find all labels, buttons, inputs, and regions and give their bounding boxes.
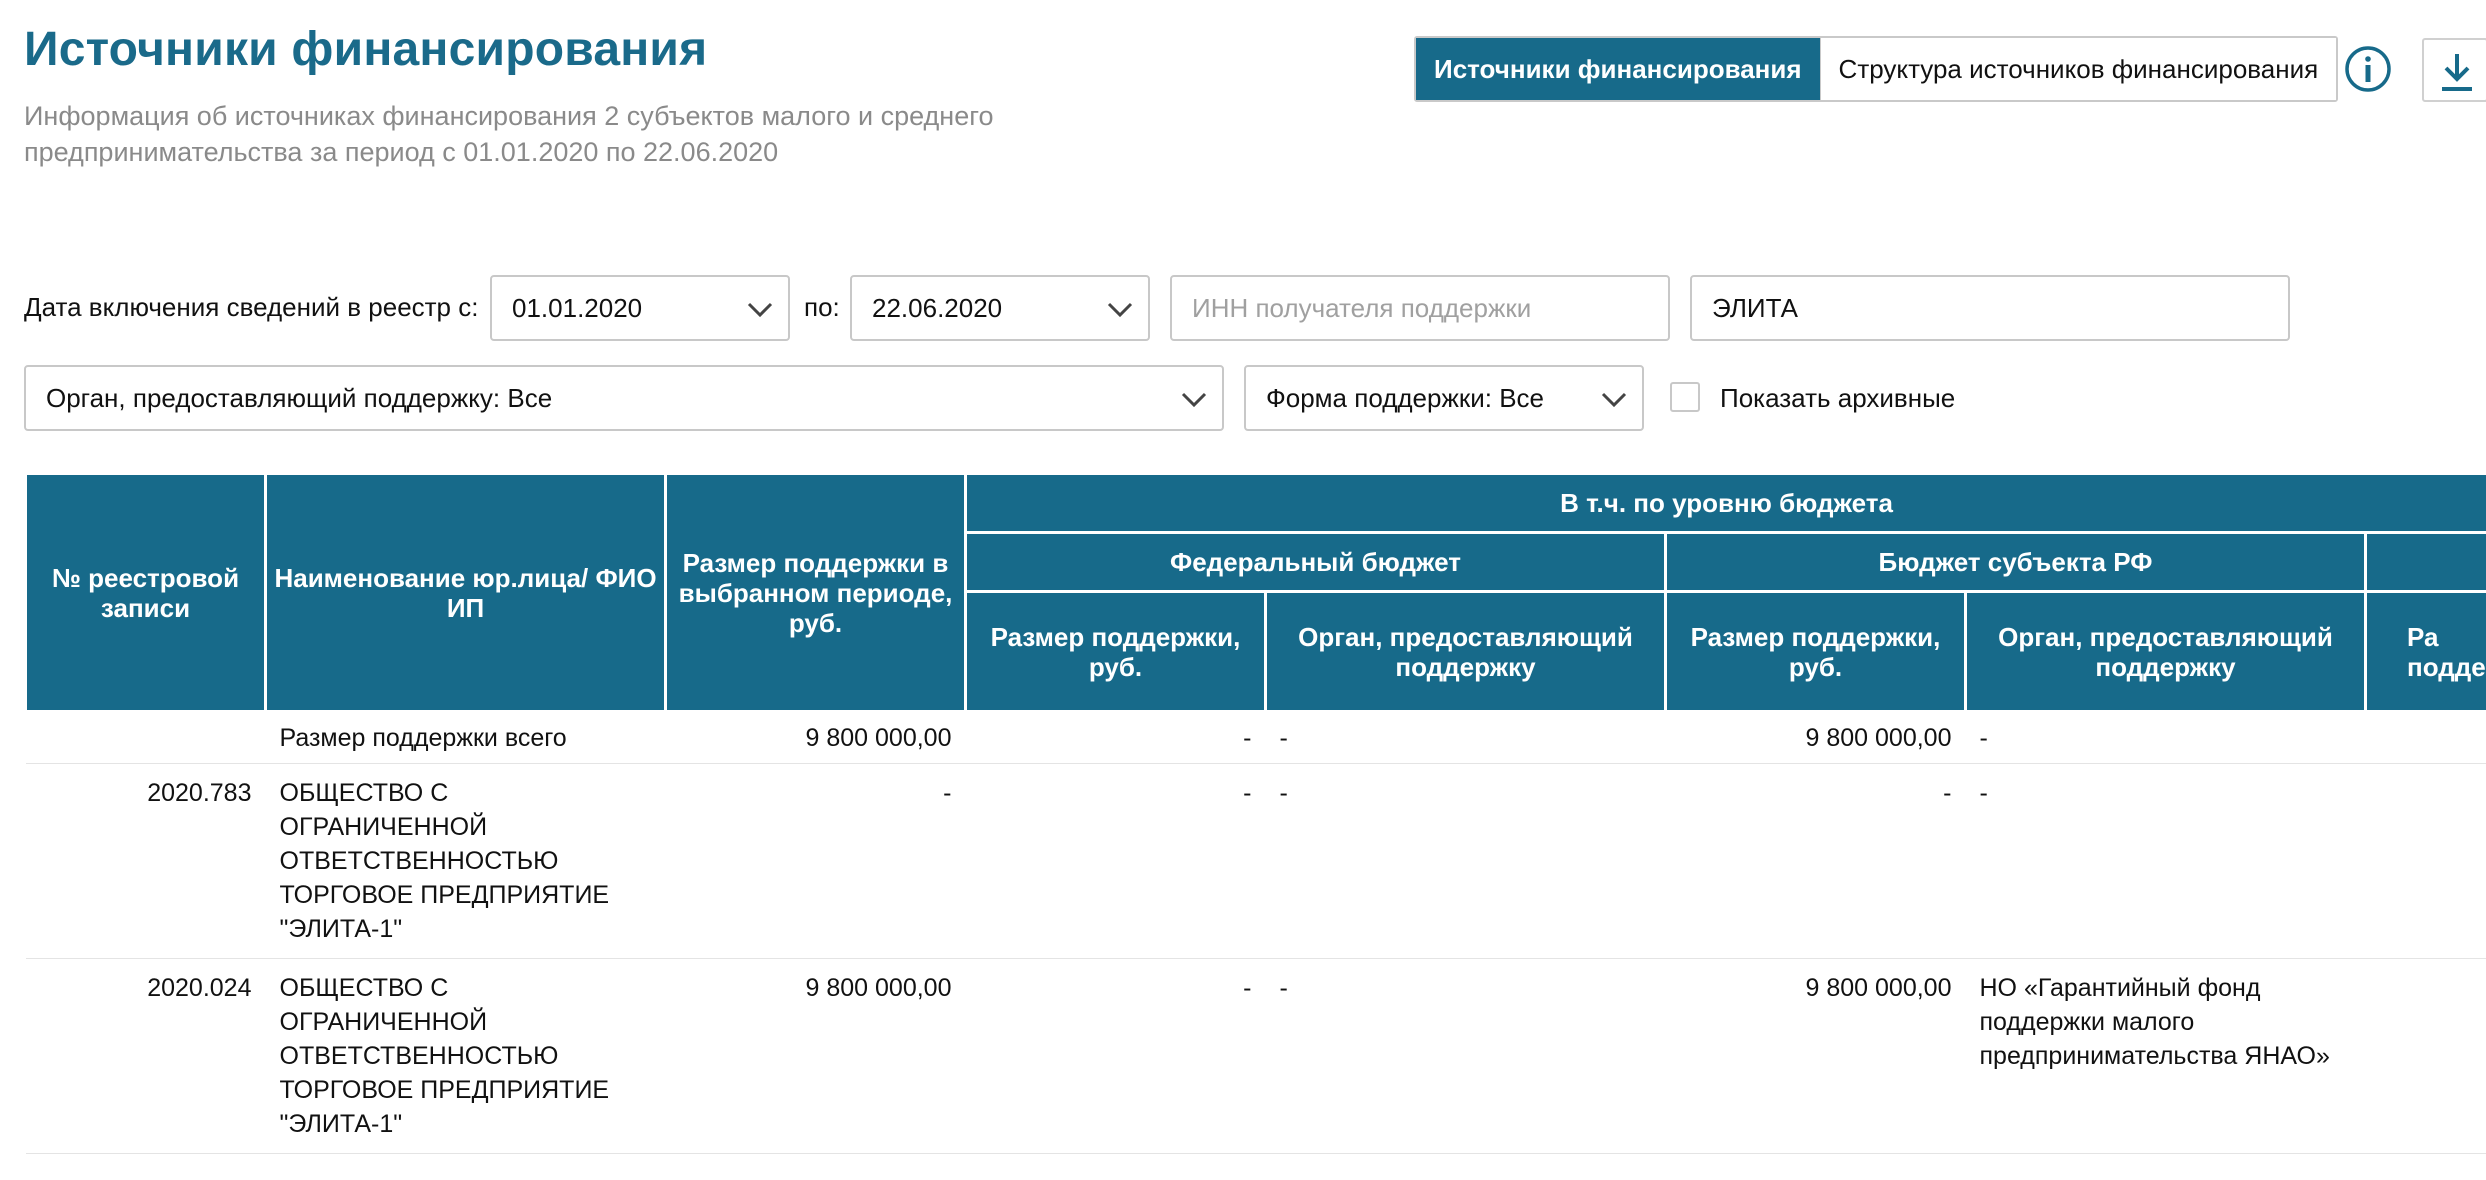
chevron-down-icon bbox=[1107, 302, 1133, 318]
cell-reg-amount: 9 800 000,00 bbox=[1665, 958, 1966, 1154]
cell-amount: 9 800 000,00 bbox=[665, 958, 966, 1154]
tab-sources-structure[interactable]: Структура источников финансирования bbox=[1819, 38, 2337, 100]
chevron-down-icon bbox=[747, 302, 773, 318]
cell-registry-no: 2020.024 bbox=[25, 958, 266, 1154]
name-search-input[interactable]: ЭЛИТА bbox=[1690, 275, 2290, 341]
cell-reg-amount: - bbox=[1665, 763, 1966, 959]
date-to-label: по: bbox=[804, 292, 840, 322]
cell-next bbox=[2365, 958, 2486, 1154]
cell-total-label: Размер поддержки всего bbox=[265, 711, 666, 764]
cell-name: ОБЩЕСТВО С ОГРАНИЧЕННОЙ ОТВЕТСТВЕННОСТЬЮ… bbox=[265, 763, 666, 959]
cell-reg-organ: - bbox=[1965, 763, 2366, 959]
organ-select-value: Орган, предоставляющий поддержку: Все bbox=[46, 382, 553, 413]
table-row-total: Размер поддержки всего 9 800 000,00 - - … bbox=[25, 711, 2486, 764]
cell-fed-organ: - bbox=[1265, 711, 1666, 764]
cell-registry-no bbox=[25, 711, 266, 764]
date-from-value: 01.01.2020 bbox=[512, 292, 643, 323]
funding-sources-table: № реестровой записи Наименование юр.лица… bbox=[24, 472, 2486, 1154]
page-subtitle: Информация об источниках финансирования … bbox=[24, 101, 994, 167]
header-next-amount: Ра подде bbox=[2363, 590, 2486, 713]
table-row[interactable]: 2020.024 ОБЩЕСТВО С ОГРАНИЧЕННОЙ ОТВЕТСТ… bbox=[25, 958, 2486, 1154]
cell-reg-organ: НО «Гарантийный фонд поддержки малого пр… bbox=[1965, 958, 2366, 1154]
date-to-select[interactable]: 22.06.2020 bbox=[850, 275, 1150, 341]
header-next-budget bbox=[2363, 531, 2486, 593]
header-name: Наименование юр.лица/ ФИО ИП bbox=[264, 472, 667, 713]
header-amount-period: Размер поддержки в выбранном периоде, ру… bbox=[664, 472, 967, 713]
date-from-label: Дата включения сведений в реестр с: bbox=[24, 292, 479, 322]
page: Источники финансирования Информация об и… bbox=[0, 0, 2486, 1180]
cell-next bbox=[2365, 763, 2486, 959]
cell-amount: - bbox=[665, 763, 966, 959]
chevron-down-icon bbox=[1601, 392, 1627, 408]
tab-sources[interactable]: Источники финансирования bbox=[1416, 38, 1820, 100]
header-registry-no: № реестровой записи bbox=[24, 472, 267, 713]
support-form-select[interactable]: Форма поддержки: Все bbox=[1244, 365, 1644, 431]
header-by-budget: В т.ч. по уровню бюджета bbox=[963, 472, 2486, 534]
table-row[interactable]: 2020.783 ОБЩЕСТВО С ОГРАНИЧЕННОЙ ОТВЕТСТ… bbox=[25, 763, 2486, 959]
header-regional-organ: Орган, предоставляющий поддержку bbox=[1964, 590, 2367, 713]
cell-fed-organ: - bbox=[1265, 763, 1666, 959]
date-from-select[interactable]: 01.01.2020 bbox=[490, 275, 790, 341]
header-federal-amount: Размер поддержки, руб. bbox=[964, 590, 1267, 713]
cell-fed-amount: - bbox=[965, 711, 1266, 764]
inn-input[interactable]: ИНН получателя поддержки bbox=[1170, 275, 1670, 341]
header-federal-organ: Орган, предоставляющий поддержку bbox=[1264, 590, 1667, 713]
header-regional-budget: Бюджет субъекта РФ bbox=[1664, 531, 2367, 593]
cell-reg-amount: 9 800 000,00 bbox=[1665, 711, 1966, 764]
cell-fed-amount: - bbox=[965, 958, 1266, 1154]
cell-fed-amount: - bbox=[965, 763, 1266, 959]
organ-select[interactable]: Орган, предоставляющий поддержку: Все bbox=[24, 365, 1224, 431]
archive-label: Показать архивные bbox=[1720, 383, 1956, 413]
archive-checkbox[interactable] bbox=[1670, 382, 1700, 412]
page-title: Источники финансирования bbox=[24, 23, 708, 76]
support-form-value: Форма поддержки: Все bbox=[1266, 382, 1545, 413]
download-button[interactable] bbox=[2422, 38, 2486, 102]
download-icon bbox=[2442, 54, 2472, 91]
cell-reg-organ: - bbox=[1965, 711, 2366, 764]
cell-amount: 9 800 000,00 bbox=[665, 711, 966, 764]
date-to-value: 22.06.2020 bbox=[872, 292, 1003, 323]
cell-name: ОБЩЕСТВО С ОГРАНИЧЕННОЙ ОТВЕТСТВЕННОСТЬЮ… bbox=[265, 958, 666, 1154]
cell-registry-no: 2020.783 bbox=[25, 763, 266, 959]
info-icon[interactable] bbox=[2344, 45, 2392, 93]
header-federal-budget: Федеральный бюджет bbox=[964, 531, 1667, 593]
view-toggle: Источники финансирования Структура источ… bbox=[1414, 36, 2339, 102]
cell-fed-organ: - bbox=[1265, 958, 1666, 1154]
chevron-down-icon bbox=[1181, 392, 1207, 408]
cell-next bbox=[2365, 711, 2486, 764]
header-regional-amount: Размер поддержки, руб. bbox=[1664, 590, 1967, 713]
